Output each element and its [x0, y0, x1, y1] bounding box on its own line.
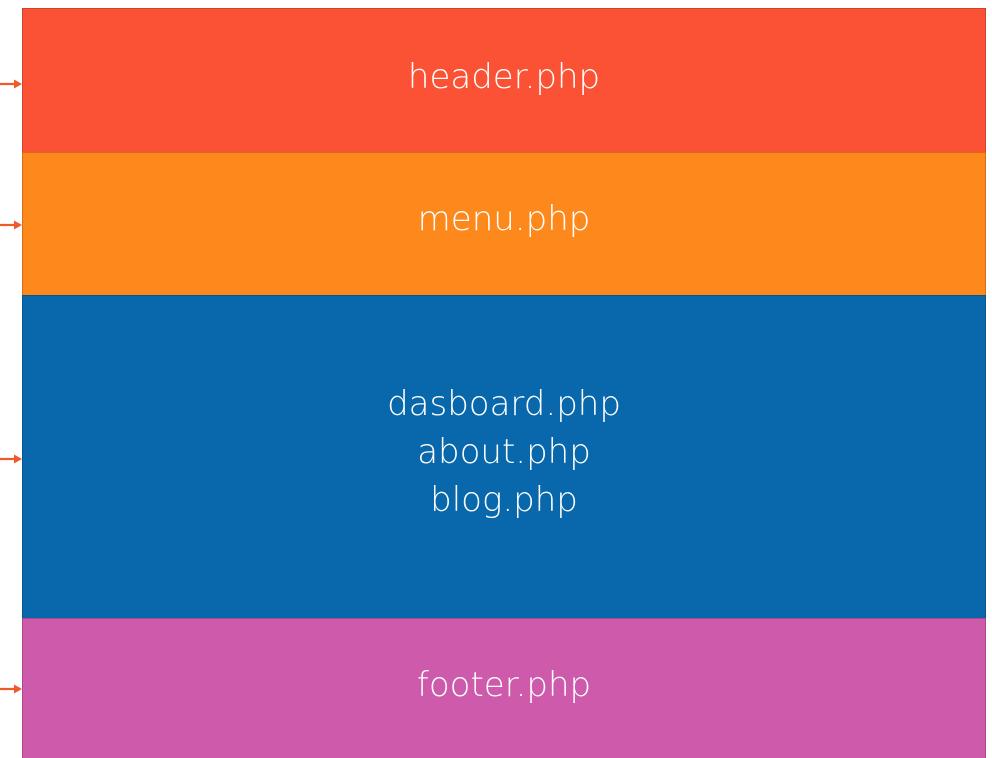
- content-block-label-about: about.php: [417, 432, 591, 472]
- content-block: dasboard.php about.php blog.php: [22, 295, 986, 619]
- content-block-label-blog: blog.php: [430, 480, 578, 520]
- header-block-label: header.php: [407, 56, 601, 97]
- arrow-menu-icon: [0, 220, 22, 230]
- header-block: header.php: [22, 8, 986, 153]
- arrow-footer-icon: [0, 684, 22, 694]
- footer-block-label: footer.php: [416, 664, 592, 705]
- content-block-labels: dasboard.php about.php blog.php: [387, 380, 621, 524]
- menu-block: menu.php: [22, 152, 986, 296]
- arrow-header-icon: [0, 79, 22, 89]
- content-block-label-dashboard: dasboard.php: [387, 384, 621, 424]
- arrow-content-icon: [0, 454, 22, 464]
- footer-block: footer.php: [22, 618, 986, 758]
- menu-block-label: menu.php: [417, 199, 591, 239]
- page-layout-diagram: header.php menu.php dasboard.php about.p…: [0, 0, 992, 758]
